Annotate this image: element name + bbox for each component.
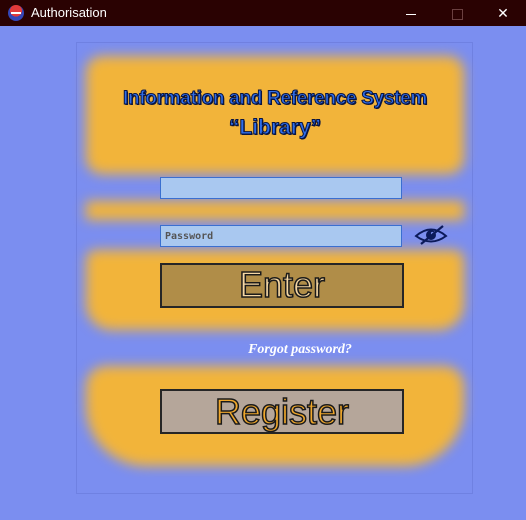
separator-band — [86, 201, 464, 220]
header-panel — [86, 56, 464, 174]
login-input[interactable] — [160, 177, 402, 199]
minimize-icon — [406, 13, 416, 15]
title-bar: Authorisation ✕ — [0, 0, 526, 26]
maximize-button — [434, 0, 480, 26]
close-button[interactable]: ✕ — [480, 0, 526, 26]
library-title: “Library” — [228, 116, 322, 140]
eye-slash-icon[interactable] — [414, 223, 448, 247]
app-logo-icon — [8, 5, 24, 21]
system-title: Information and Reference System — [123, 88, 428, 110]
password-input[interactable] — [160, 225, 402, 247]
maximize-icon — [451, 8, 463, 20]
minimize-button[interactable] — [388, 0, 434, 26]
enter-button[interactable]: Enter — [160, 263, 404, 308]
window-title: Authorisation — [31, 5, 107, 20]
forgot-password-link[interactable]: Forgot password? — [200, 342, 400, 358]
register-button[interactable]: Register — [160, 389, 404, 434]
